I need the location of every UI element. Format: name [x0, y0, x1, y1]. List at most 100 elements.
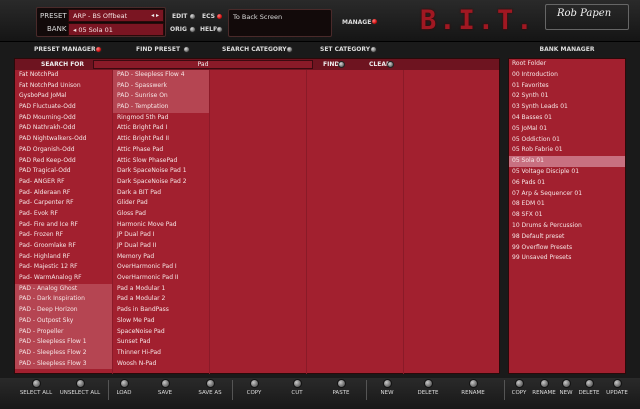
preset-item[interactable]: PAD Tragical-Odd [15, 166, 112, 177]
preset-item[interactable]: Gloss Pad [113, 209, 209, 220]
find-preset-led[interactable] [183, 46, 190, 53]
preset-selector[interactable]: ARP - BS Offbeat ◂ ▸ [68, 9, 164, 22]
preset-item[interactable]: Slow Me Pad [113, 316, 209, 327]
bank-item[interactable]: 03 Synth Leads 01 [509, 102, 625, 113]
edit-button[interactable] [189, 13, 196, 20]
preset-item[interactable]: PAD Mourning-Odd [15, 113, 112, 124]
copy-button[interactable]: COPY [242, 378, 266, 396]
preset-item[interactable]: PAD - Deep Horizon [15, 305, 112, 316]
preset-item[interactable]: PAD - Sunrise On [113, 91, 209, 103]
preset-item[interactable]: Memory Pad [113, 252, 209, 263]
bank-new-button[interactable]: NEW [557, 378, 575, 396]
preset-item[interactable]: Attic Bright Pad II [113, 134, 209, 145]
preset-item[interactable]: PAD - Sleepless Flow 4 [113, 70, 209, 81]
bank-item[interactable]: 02 Synth 01 [509, 91, 625, 102]
preset-item[interactable]: Pad- WarmAnalog RF [15, 273, 112, 284]
bank-prev-arrow[interactable]: ◂ [73, 26, 76, 34]
search-category-led[interactable] [286, 46, 293, 53]
preset-item[interactable]: Pad- Alderaan RF [15, 188, 112, 199]
bank-item[interactable]: 01 Favorites [509, 81, 625, 92]
preset-item[interactable]: PAD Fluctuate-Odd [15, 102, 112, 113]
bank-item[interactable]: 00 Introduction [509, 70, 625, 81]
preset-item[interactable]: Attic Bright Pad I [113, 123, 209, 134]
save-button[interactable]: SAVE [153, 378, 177, 396]
preset-item[interactable]: Attic Slow PhasePad [113, 156, 209, 167]
preset-arrows[interactable]: ◂ ▸ [151, 10, 159, 22]
cut-button[interactable]: CUT [286, 378, 308, 396]
preset-item[interactable]: Pad- Groomlake RF [15, 241, 112, 252]
bank-item[interactable]: 04 Basses 01 [509, 113, 625, 124]
preset-item[interactable]: Pad- Carpenter RF [15, 198, 112, 209]
search-input[interactable]: Pad [93, 60, 313, 69]
preset-item[interactable]: Dark SpaceNoise Pad 2 [113, 177, 209, 188]
help-button[interactable] [216, 26, 223, 33]
preset-item[interactable]: PAD - Outpost Sky [15, 315, 112, 327]
preset-item[interactable]: PAD - Sleepless Flow 2 [15, 347, 112, 359]
preset-item[interactable]: PAD - Sleepless Flow 3 [15, 358, 112, 370]
preset-item[interactable]: SpaceNoise Pad [113, 327, 209, 338]
preset-item[interactable]: PAD - Spasswerk [113, 80, 209, 92]
preset-item[interactable]: PAD - Temptation [113, 102, 209, 113]
bank-item[interactable]: 08 EDM 01 [509, 199, 625, 210]
preset-item[interactable]: OverHarmonic Pad I [113, 262, 209, 273]
bank-delete-button[interactable]: DELETE [575, 378, 603, 396]
preset-item[interactable]: GysboPad JoMal [15, 91, 112, 102]
preset-item[interactable]: Ringmod 5th Pad [113, 113, 209, 124]
preset-item[interactable]: Pad- Highland RF [15, 252, 112, 263]
new-button[interactable]: NEW [376, 378, 398, 396]
preset-item[interactable]: PAD - Analog Ghost [15, 283, 112, 295]
ecs-button[interactable] [216, 13, 223, 20]
bank-item[interactable]: 99 Unsaved Presets [509, 253, 625, 264]
bank-item[interactable]: 10 Drums & Percussion [509, 221, 625, 232]
preset-item[interactable]: Fat NotchPad Unison [15, 81, 112, 92]
bank-item[interactable]: 06 Pads 01 [509, 178, 625, 189]
preset-manager-led[interactable] [95, 46, 102, 53]
preset-item[interactable]: PAD Red Keep-Odd [15, 156, 112, 167]
bank-item[interactable]: Root Folder [509, 59, 625, 70]
bank-rename-button[interactable]: RENAME [530, 378, 558, 396]
preset-item[interactable]: Pads in BandPass [113, 305, 209, 316]
bank-copy-button[interactable]: COPY [508, 378, 530, 396]
bank-item[interactable]: 05 Voltage Disciple 01 [509, 167, 625, 178]
delete-button[interactable]: DELETE [414, 378, 442, 396]
preset-item[interactable]: Woosh N-Pad [113, 359, 209, 370]
bank-update-button[interactable]: UPDATE [603, 378, 631, 396]
bank-item[interactable]: 99 Overflow Presets [509, 243, 625, 254]
preset-item[interactable]: Thinner Hi-Pad [113, 348, 209, 359]
bank-item[interactable]: 05 Sola 01 [509, 156, 625, 167]
preset-item[interactable]: Fat NotchPad [15, 70, 112, 81]
preset-item[interactable]: Pad- ANGER RF [15, 177, 112, 188]
rename-button[interactable]: RENAME [458, 378, 488, 396]
unselect-all-button[interactable]: UNSELECT ALL [58, 378, 102, 396]
find-led[interactable] [338, 61, 345, 68]
clear-led[interactable] [387, 61, 394, 68]
preset-item[interactable]: JP Dual Pad I [113, 230, 209, 241]
manager-button[interactable] [371, 18, 378, 25]
select-all-button[interactable]: SELECT ALL [16, 378, 56, 396]
preset-item[interactable]: JP Dual Pad II [113, 241, 209, 252]
bank-item[interactable]: 05 JoMal 01 [509, 124, 625, 135]
save-as-button[interactable]: SAVE AS [196, 378, 224, 396]
preset-item[interactable]: PAD - Propeller [15, 326, 112, 338]
preset-item[interactable]: Pad a Modular 1 [113, 284, 209, 295]
bank-item[interactable]: 05 Oddiction 01 [509, 135, 625, 146]
preset-item[interactable]: Pad- Majestic 12 RF [15, 262, 112, 273]
set-category-led[interactable] [370, 46, 377, 53]
orig-button[interactable] [189, 26, 196, 33]
preset-item[interactable]: OverHarmonic Pad II [113, 273, 209, 284]
preset-item[interactable]: PAD - Sleepless Flow 1 [15, 337, 112, 348]
bank-item[interactable]: 07 Arp & Sequencer 01 [509, 189, 625, 200]
preset-item[interactable]: PAD - Dark Inspiration [15, 294, 112, 306]
preset-item[interactable]: Dark a BIT Pad [113, 188, 209, 199]
preset-item[interactable]: PAD Organish-Odd [15, 145, 112, 156]
bank-selector[interactable]: ◂ 05 Sola 01 [68, 23, 164, 36]
preset-item[interactable]: Pad- Frozen RF [15, 230, 112, 241]
preset-item[interactable]: PAD Nathrakh-Odd [15, 123, 112, 134]
preset-item[interactable]: Pad- Evok RF [15, 209, 112, 220]
bank-item[interactable]: 08 SFX 01 [509, 210, 625, 221]
bank-item[interactable]: 05 Rob Fabrie 01 [509, 145, 625, 156]
preset-item[interactable]: Glider Pad [113, 198, 209, 209]
preset-item[interactable]: Pad a Modular 2 [113, 294, 209, 305]
load-button[interactable]: LOAD [112, 378, 136, 396]
preset-item[interactable]: Sunset Pad [113, 337, 209, 348]
